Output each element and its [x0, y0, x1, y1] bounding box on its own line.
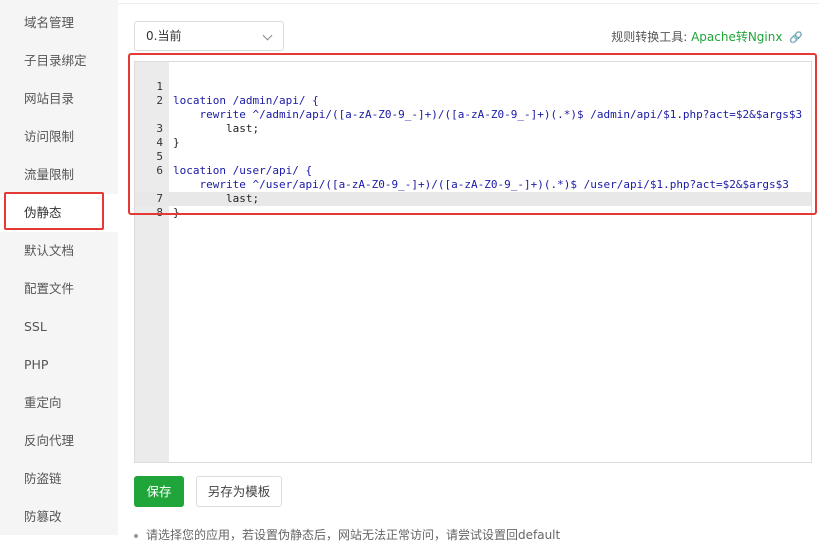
version-select[interactable]: 0.当前: [134, 21, 284, 51]
chevron-down-icon: [262, 30, 273, 41]
code-editor[interactable]: 1 location /admin/api/ { 2 rewrite ^/adm…: [134, 61, 812, 463]
code-line: 6 rewrite ^/user/api/([a-zA-Z0-9_-]+)/([…: [156, 150, 811, 191]
code-line: 5 location /user/api/ {: [156, 136, 811, 177]
code-line: 4: [156, 122, 811, 149]
code-line: last;: [169, 164, 811, 205]
sidebar-item-access-limit[interactable]: 访问限制: [0, 118, 118, 156]
sidebar-item-php[interactable]: PHP: [0, 346, 118, 384]
line-number: 1: [156, 80, 163, 93]
sidebar: 域名管理 子目录绑定 网站目录 访问限制 流量限制 伪静态 默认文档 配置文件 …: [0, 0, 118, 535]
code-area[interactable]: 1 location /admin/api/ { 2 rewrite ^/adm…: [135, 62, 811, 462]
rule-convert-tool: 规则转换工具: Apache转Nginx 🔗: [611, 28, 803, 45]
top-divider: [118, 3, 819, 4]
sidebar-item-config-file[interactable]: 配置文件: [0, 270, 118, 308]
line-number: 3: [156, 122, 163, 135]
code-line: last;: [169, 94, 811, 135]
code-line: 3 }: [156, 108, 811, 149]
save-as-template-button[interactable]: 另存为模板: [196, 476, 282, 507]
sidebar-item-redirect[interactable]: 重定向: [0, 384, 118, 422]
rule-convert-label: 规则转换工具:: [611, 30, 688, 44]
line-number: 5: [156, 150, 163, 163]
link-icon: 🔗: [789, 31, 803, 44]
line-number: 2: [156, 94, 163, 107]
code-line: 2 rewrite ^/admin/api/([a-zA-Z0-9_-]+)/(…: [156, 80, 811, 121]
sidebar-item-hotlink[interactable]: 防盗链: [0, 460, 118, 498]
sidebar-item-default-doc[interactable]: 默认文档: [0, 232, 118, 270]
sidebar-item-reverse-proxy[interactable]: 反向代理: [0, 422, 118, 460]
code-line: 7 }: [156, 178, 811, 219]
line-number: 7: [156, 192, 163, 205]
help-note-text: 请选择您的应用，若设置伪静态后，网站无法正常访问，请尝试设置回default: [146, 528, 561, 542]
code-line: 1 location /admin/api/ {: [156, 66, 811, 107]
sidebar-item-site-dir[interactable]: 网站目录: [0, 80, 118, 118]
sidebar-item-tamper-proof[interactable]: 防篡改: [0, 498, 118, 536]
apache-to-nginx-link[interactable]: Apache转Nginx: [691, 30, 782, 44]
sidebar-item-subdir[interactable]: 子目录绑定: [0, 42, 118, 80]
sidebar-item-ssl[interactable]: SSL: [0, 308, 118, 346]
sidebar-item-rewrite[interactable]: 伪静态: [0, 194, 118, 232]
bullet-icon: [134, 533, 138, 538]
save-button[interactable]: 保存: [134, 476, 184, 507]
sidebar-item-domain[interactable]: 域名管理: [0, 4, 118, 42]
line-number: 8: [156, 206, 163, 219]
code-line: 8: [156, 192, 811, 219]
line-number: 6: [156, 164, 163, 177]
line-number: 4: [156, 136, 163, 149]
sidebar-item-traffic-limit[interactable]: 流量限制: [0, 156, 118, 194]
version-select-value: 0.当前: [146, 29, 182, 43]
